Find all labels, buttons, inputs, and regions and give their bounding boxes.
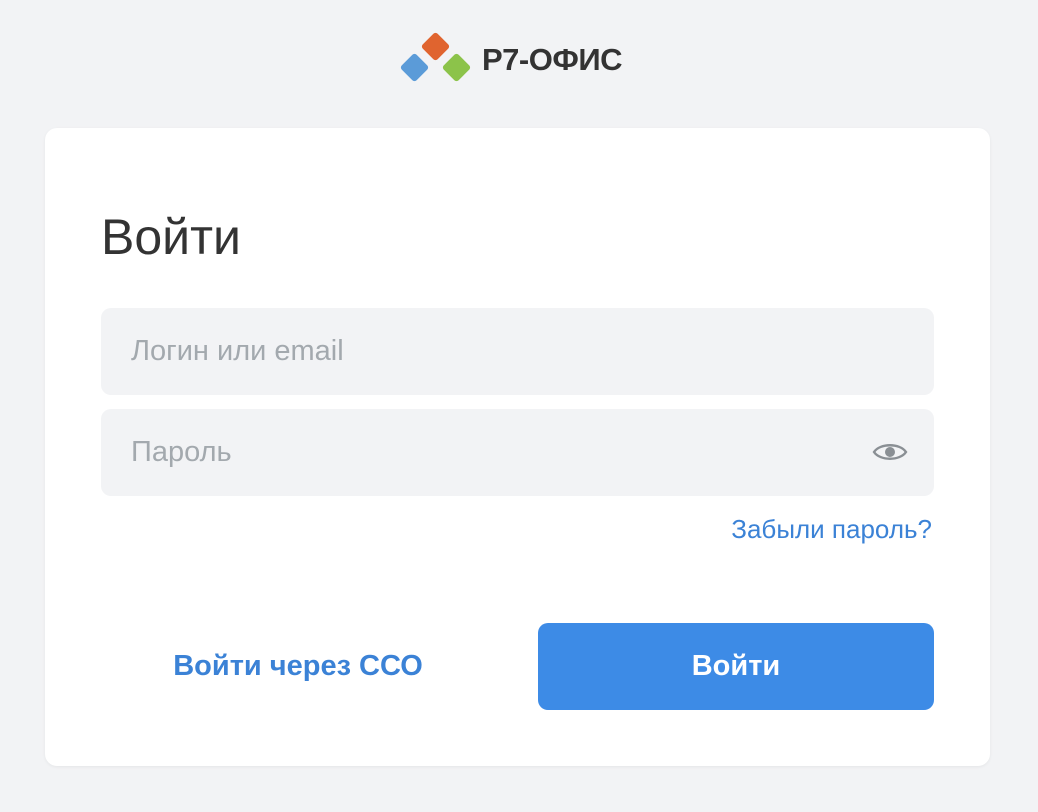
brand-header: Р7-ОФИС bbox=[396, 30, 622, 88]
login-field bbox=[101, 308, 934, 395]
login-button[interactable]: Войти bbox=[538, 623, 934, 710]
login-card: Войти Забыли пароль? Войти через ССО Вой… bbox=[45, 128, 990, 766]
password-field bbox=[101, 409, 934, 496]
page-title: Войти bbox=[101, 209, 241, 265]
r7-office-logo-icon bbox=[400, 32, 471, 82]
password-input[interactable] bbox=[101, 409, 934, 496]
forgot-password-link[interactable]: Забыли пароль? bbox=[731, 514, 932, 545]
sso-login-button[interactable]: Войти через ССО bbox=[101, 623, 495, 710]
login-input[interactable] bbox=[101, 308, 934, 395]
brand-name: Р7-ОФИС bbox=[482, 41, 622, 77]
eye-icon[interactable] bbox=[872, 439, 908, 465]
login-page: Р7-ОФИС Войти Забыли пароль? Войти через… bbox=[0, 0, 1038, 812]
